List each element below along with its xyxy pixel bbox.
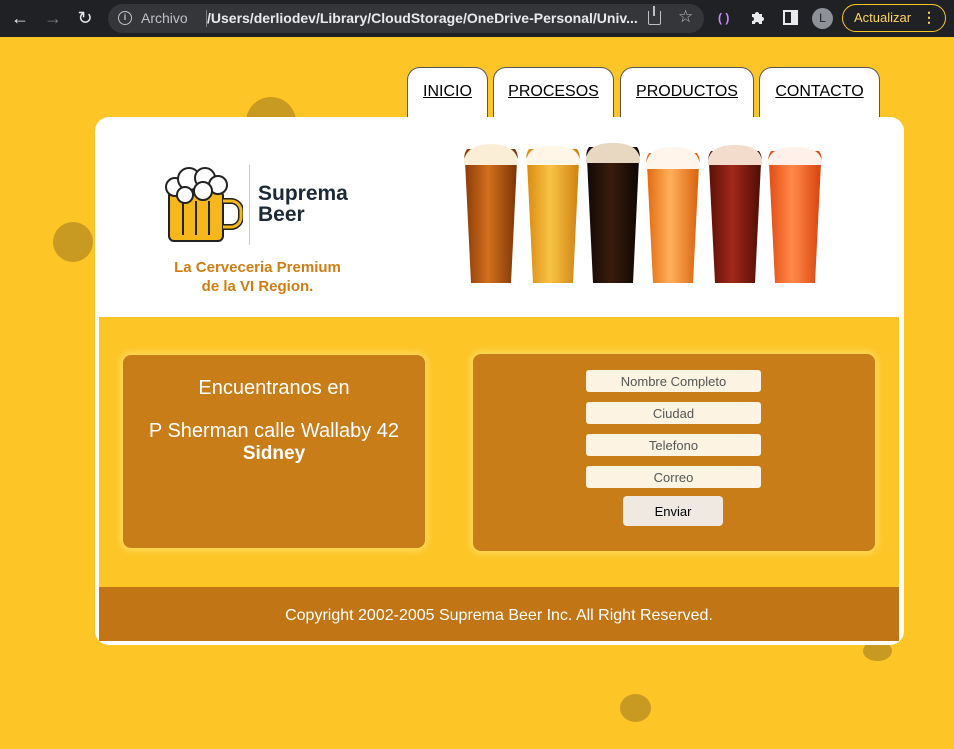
bubble-decoration [620, 694, 651, 722]
tagline: La Cerveceria Premium de la VI Region. [155, 258, 360, 296]
logo-line-2: Beer [258, 203, 305, 226]
city-field[interactable] [586, 402, 761, 424]
glass-amber [463, 144, 519, 283]
more-vertical-icon[interactable]: ⋮ [922, 5, 936, 30]
star-icon[interactable]: ☆ [678, 7, 693, 27]
sidebar-icon[interactable] [783, 10, 798, 25]
tab-productos[interactable]: PRODUCTOS [620, 67, 754, 119]
glass-copper [767, 147, 823, 283]
tagline-line-1: La Cerveceria Premium [174, 259, 341, 276]
extension-icon[interactable]: ( ) [718, 8, 729, 28]
tab-contacto[interactable]: CONTACTO [759, 67, 880, 119]
tab-inicio[interactable]: INICIO [407, 67, 488, 119]
content-panel: Suprema Beer La Cerveceria Premium de la… [95, 117, 904, 645]
email-field[interactable] [586, 466, 761, 488]
profile-avatar[interactable]: L [812, 8, 833, 29]
scheme-label: Archivo [141, 10, 188, 26]
glass-gold [525, 145, 581, 283]
phone-field[interactable] [586, 434, 761, 456]
location-card: Encuentranos en P Sherman calle Wallaby … [123, 355, 425, 548]
back-icon[interactable]: ← [8, 7, 32, 29]
tab-procesos[interactable]: PROCESOS [493, 67, 614, 119]
glass-dark [585, 143, 641, 283]
beer-glasses-image [463, 143, 823, 283]
name-field[interactable] [586, 370, 761, 392]
location-address: P Sherman calle Wallaby 42 [148, 420, 400, 442]
logo-divider [249, 165, 250, 245]
address-bar[interactable]: i Archivo /Users/derliodev/Library/Cloud… [108, 4, 704, 33]
submit-button[interactable]: Enviar [623, 496, 723, 526]
browser-toolbar: ← → ↻ i Archivo /Users/derliodev/Library… [0, 0, 954, 37]
copyright-text: Copyright 2002-2005 Suprema Beer Inc. Al… [285, 607, 713, 624]
share-icon[interactable] [648, 6, 661, 25]
info-icon[interactable]: i [118, 11, 132, 25]
puzzle-icon[interactable] [750, 9, 766, 25]
update-button[interactable]: Actualizar ⋮ [842, 4, 946, 32]
forward-icon[interactable]: → [41, 7, 65, 29]
update-label: Actualizar [854, 10, 912, 25]
glass-red [707, 145, 763, 283]
contact-form: Enviar [473, 354, 875, 551]
glass-orange [645, 147, 701, 283]
beer-mug-logo [165, 167, 243, 242]
reload-icon[interactable]: ↻ [73, 7, 97, 29]
location-city: Sidney [242, 443, 306, 464]
bubble-decoration [53, 222, 93, 262]
location-title: Encuentranos en [198, 377, 350, 399]
footer: Copyright 2002-2005 Suprema Beer Inc. Al… [99, 587, 899, 641]
logo-line-1: Suprema [258, 182, 348, 205]
url-text[interactable]: /Users/derliodev/Library/CloudStorage/On… [207, 10, 638, 26]
logo-wordmark: Suprema Beer [258, 183, 348, 225]
tagline-line-2: de la VI Region. [201, 278, 314, 295]
content-band: Encuentranos en P Sherman calle Wallaby … [99, 317, 899, 589]
